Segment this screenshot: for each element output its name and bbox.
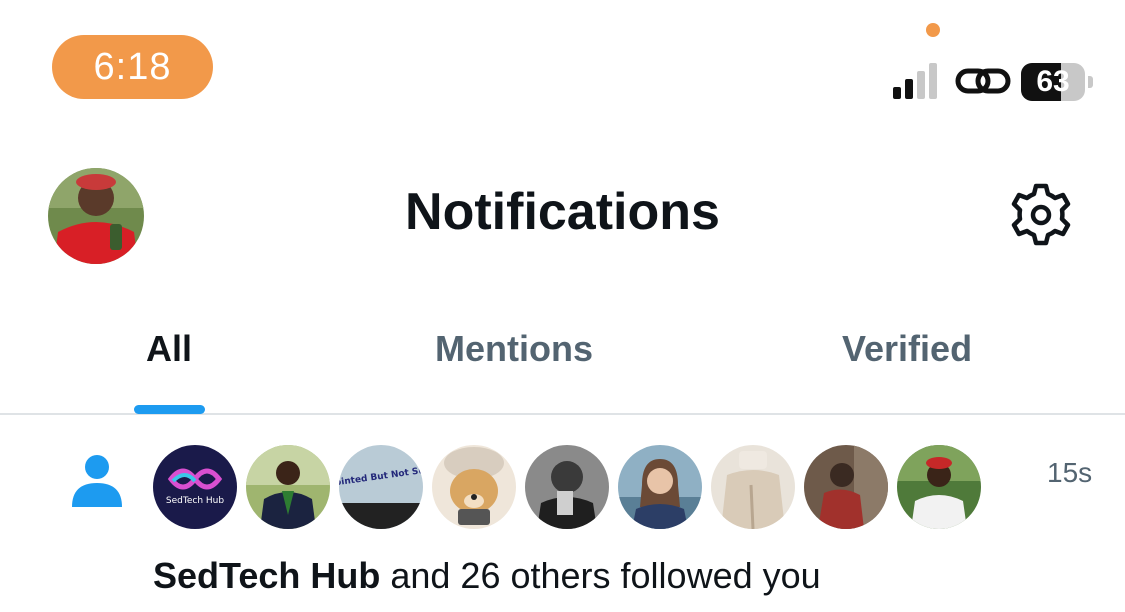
follower-avatar-7[interactable]	[711, 445, 795, 529]
notification-tabs: All Mentions Verified	[0, 300, 1125, 415]
header: Notifications	[0, 160, 1125, 270]
follower-avatar-9[interactable]	[897, 445, 981, 529]
battery-icon: 63	[1021, 63, 1093, 101]
follower-avatar-2[interactable]	[246, 445, 330, 529]
person-icon	[72, 455, 122, 507]
follower-name[interactable]: SedTech Hub	[153, 555, 380, 596]
follower-avatar-5[interactable]	[525, 445, 609, 529]
follower-avatar-8[interactable]	[804, 445, 888, 529]
tab-mentions[interactable]: Mentions	[435, 328, 593, 370]
page-title: Notifications	[405, 183, 720, 241]
notification-text: SedTech Hub and 26 others followed you	[153, 555, 821, 597]
follower-avatar-4[interactable]	[432, 445, 516, 529]
settings-gear-icon[interactable]	[1008, 182, 1074, 248]
status-bar: 6:18 63	[0, 0, 1125, 120]
notification-rest-text: and 26 others followed you	[380, 555, 821, 596]
follower-avatar-3[interactable]: Disappointed But Not Surprised	[339, 445, 423, 529]
status-time[interactable]: 6:18	[52, 35, 213, 99]
cellular-signal-icon	[893, 63, 937, 99]
follower-avatar-6[interactable]	[618, 445, 702, 529]
tab-all[interactable]: All	[146, 328, 192, 370]
privacy-indicator-dot	[926, 23, 940, 37]
notification-timestamp: 15s	[1047, 457, 1093, 488]
sedtech-hub-logo-text: SedTech Hub	[166, 496, 224, 506]
notification-item[interactable]: SedTech Hub Disappointed But Not Surpris…	[0, 417, 1125, 612]
sedtech-hub-avatar[interactable]: SedTech Hub	[153, 445, 237, 529]
battery-level: 63	[1036, 65, 1070, 98]
tab-verified[interactable]: Verified	[842, 328, 972, 370]
personal-hotspot-link-icon	[955, 68, 1011, 94]
active-tab-indicator	[134, 405, 205, 414]
